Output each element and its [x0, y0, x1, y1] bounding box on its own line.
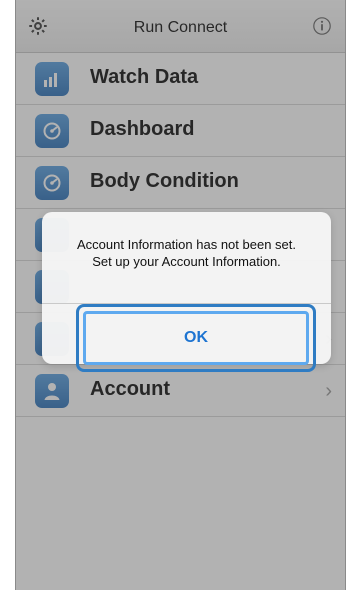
app-screen: Run Connect Watch Data Dashboard Body Co… [0, 0, 347, 590]
alert-message-line: Set up your Account Information. [92, 254, 281, 269]
ok-button-inner[interactable]: OK [83, 311, 309, 365]
alert-message: Account Information has not been set. Se… [62, 236, 311, 270]
phone-frame: Run Connect Watch Data Dashboard Body Co… [15, 0, 346, 590]
account-info-alert: Account Information has not been set. Se… [42, 212, 331, 372]
ok-button[interactable]: OK [76, 304, 316, 372]
alert-message-line: Account Information has not been set. [77, 237, 296, 252]
ok-button-label: OK [184, 329, 208, 346]
